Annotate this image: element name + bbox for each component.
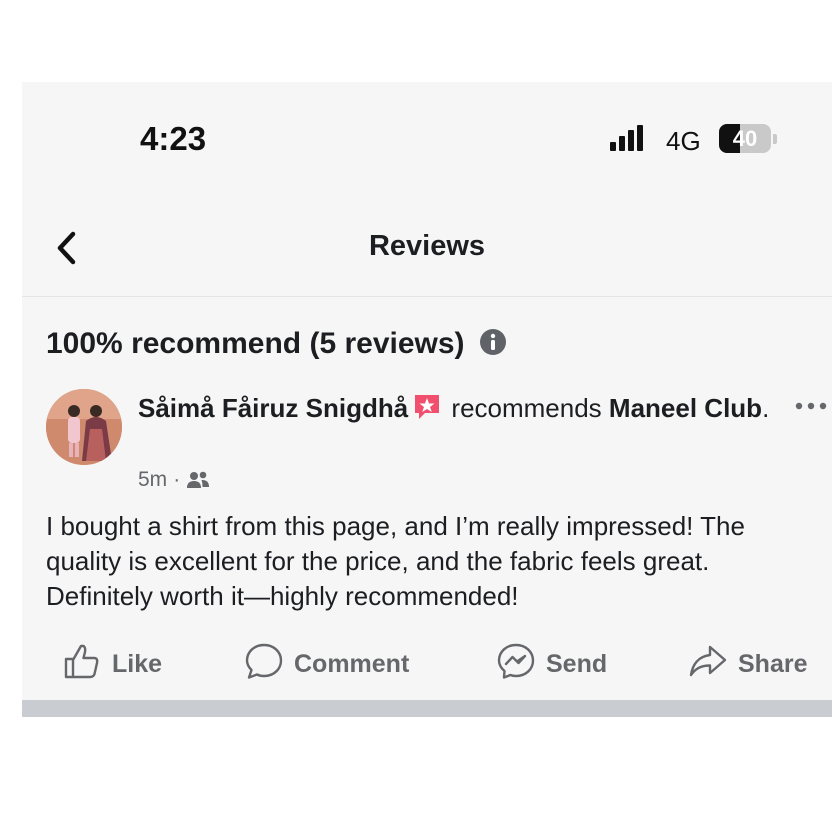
star-badge-icon xyxy=(412,391,442,421)
page-name-link[interactable]: Maneel Club xyxy=(609,393,762,423)
page-title: Reviews xyxy=(368,230,486,262)
network-type: 4G xyxy=(666,126,701,156)
post-actions: Like Comment Send Share xyxy=(22,642,832,692)
feed-separator xyxy=(22,700,832,717)
like-button[interactable]: Like xyxy=(62,642,162,686)
recommend-summary: 100% recommend (5 reviews) xyxy=(46,327,507,361)
comment-bubble-icon xyxy=(244,641,284,688)
author-name[interactable]: Såimå Fåiruz Snigdhå xyxy=(138,393,408,423)
meta-separator: · xyxy=(173,468,181,491)
messenger-icon xyxy=(496,641,536,688)
nav-bar: Reviews xyxy=(22,208,832,297)
comment-button[interactable]: Comment xyxy=(244,642,409,686)
recommends-text: recommends xyxy=(451,393,602,423)
like-label: Like xyxy=(112,649,163,678)
info-icon[interactable] xyxy=(479,328,507,356)
thumbs-up-icon xyxy=(62,641,102,688)
friends-icon xyxy=(186,470,210,490)
post-headline: Såimå Fåiruz Snigdhå recommends Maneel C… xyxy=(138,388,778,428)
comment-label: Comment xyxy=(294,649,410,678)
status-time: 4:23 xyxy=(140,120,207,157)
battery-level: 40 xyxy=(732,126,758,151)
send-button[interactable]: Send xyxy=(496,642,607,686)
share-button[interactable]: Share xyxy=(688,642,807,686)
more-horizontal-icon[interactable] xyxy=(794,396,828,416)
battery-tip xyxy=(773,134,777,144)
summary-text: 100% recommend (5 reviews) xyxy=(46,327,465,360)
page-name-suffix: . xyxy=(762,393,770,423)
avatar[interactable] xyxy=(46,389,122,465)
share-arrow-icon xyxy=(688,641,728,688)
review-text: I bought a shirt from this page, and I’m… xyxy=(46,511,745,611)
send-label: Send xyxy=(546,649,608,678)
post-meta: 5m · xyxy=(138,468,210,492)
post-time[interactable]: 5m xyxy=(138,468,167,492)
status-bar: 4:23 4G 40 xyxy=(22,82,832,192)
battery-icon: 40 xyxy=(719,124,771,153)
signal-icon xyxy=(610,125,644,151)
phone-screen: 4:23 4G 40 Reviews 100% recommend (5 rev… xyxy=(22,82,832,716)
share-label: Share xyxy=(738,649,808,678)
